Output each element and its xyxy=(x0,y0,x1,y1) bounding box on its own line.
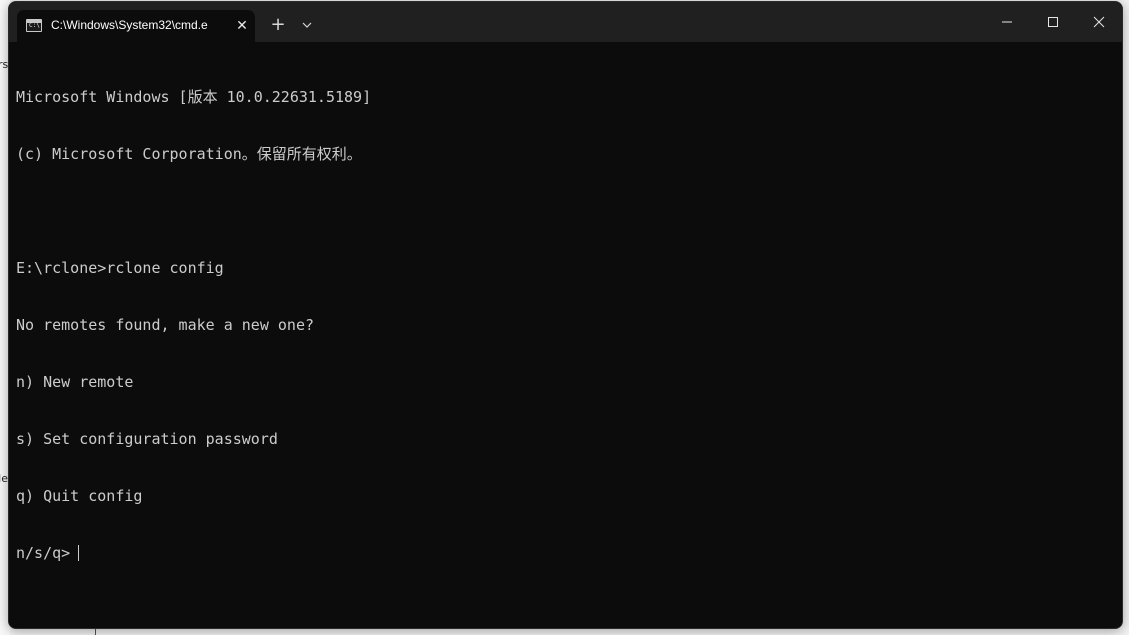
console-line: Microsoft Windows [版本 10.0.22631.5189] xyxy=(16,88,372,106)
tab-dropdown-button[interactable] xyxy=(297,14,317,36)
minimize-button[interactable] xyxy=(984,2,1030,42)
minimize-icon xyxy=(1002,21,1012,23)
console-line: s) Set configuration password xyxy=(16,430,278,448)
console-line: No remotes found, make a new one? xyxy=(16,316,315,334)
console-line: n) New remote xyxy=(16,373,134,391)
terminal-output-area[interactable]: Microsoft Windows [版本 10.0.22631.5189] (… xyxy=(9,42,1122,628)
console-line: q) Quit config xyxy=(16,487,143,505)
cmd-icon: C:\ xyxy=(26,19,42,32)
maximize-button[interactable] xyxy=(1030,2,1076,42)
new-tab-button[interactable]: + xyxy=(267,14,289,36)
close-button[interactable] xyxy=(1076,2,1122,42)
prompt-line[interactable]: n/s/q> xyxy=(16,544,371,563)
close-icon xyxy=(1093,16,1105,28)
terminal-window: C:\ C:\Windows\System32\cmd.e ✕ + Micros… xyxy=(8,1,1123,629)
console-line: E:\rclone>rclone config xyxy=(16,259,224,277)
chevron-down-icon xyxy=(302,22,312,28)
command-prompt: n/s/q> xyxy=(16,544,71,562)
title-bar[interactable]: C:\ C:\Windows\System32\cmd.e ✕ + xyxy=(9,2,1122,42)
maximize-icon xyxy=(1048,17,1058,27)
tab-cmd[interactable]: C:\ C:\Windows\System32\cmd.e ✕ xyxy=(17,10,255,42)
console-line: (c) Microsoft Corporation。保留所有权利。 xyxy=(16,145,362,163)
console-text: Microsoft Windows [版本 10.0.22631.5189] (… xyxy=(16,50,371,601)
tab-title: C:\Windows\System32\cmd.e xyxy=(51,18,208,32)
close-tab-button[interactable]: ✕ xyxy=(231,15,253,37)
background-text: Ie xyxy=(0,472,9,485)
text-cursor xyxy=(78,545,80,561)
